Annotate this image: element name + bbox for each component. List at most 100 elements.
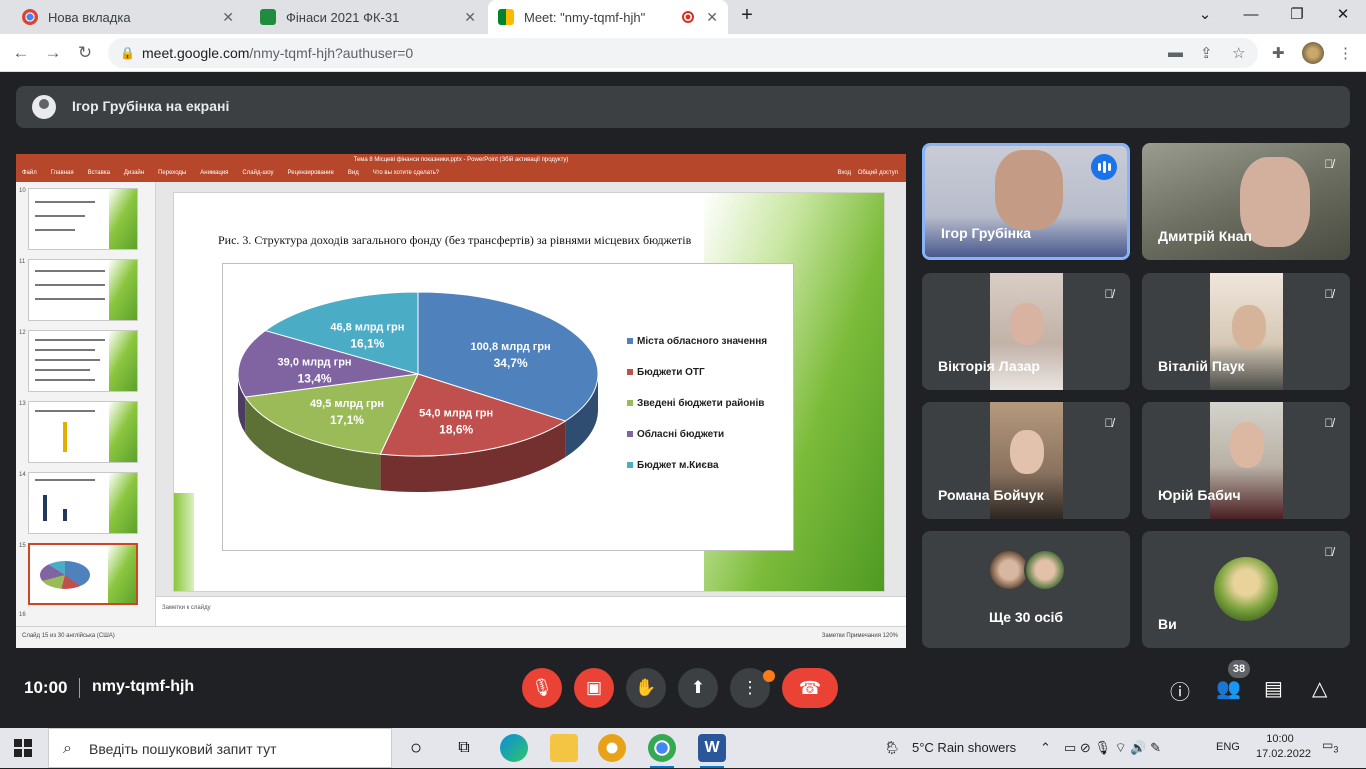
participant-name: Ігор Грубінка xyxy=(941,225,1031,241)
tab-label: Фінаси 2021 ФК-31 xyxy=(286,9,400,25)
tray-icons[interactable]: ▭ ⊘ 🎙 ⌔ 🔊 ✎ xyxy=(1064,740,1161,756)
pie-chart-svg: 100,8 млрд грн 34,7% 54,0 млрд грн 18,6% 49,… xyxy=(237,291,767,492)
self-tile[interactable]: 🎙̸ Ви xyxy=(1142,531,1350,648)
ribbon-tab[interactable]: Рецензирование xyxy=(288,170,334,176)
tab-new-tab[interactable]: Нова вкладка ✕ xyxy=(12,0,244,34)
url-path: /nmy-tqmf-hjh?authuser=0 xyxy=(249,45,414,61)
camera-icon[interactable]: ▬ xyxy=(1168,44,1183,61)
weather-text[interactable]: 5°C Rain showers xyxy=(912,740,1016,755)
present-button[interactable]: ⬆ xyxy=(678,668,718,708)
ribbon-tab[interactable]: Переходы xyxy=(158,170,186,176)
close-icon[interactable]: ✕ xyxy=(464,9,476,26)
raise-hand-button[interactable]: ✋ xyxy=(626,668,666,708)
tab-finances[interactable]: Фінаси 2021 ФК-31 ✕ xyxy=(250,0,486,34)
status-right: Заметки Примечания 120% xyxy=(821,633,898,639)
toolbar: ← → ↻ 🔒 meet.google.com/nmy-tqmf-hjh?aut… xyxy=(0,34,1366,72)
ribbon-tab[interactable]: Вид xyxy=(348,170,359,176)
activities-icon[interactable]: △ xyxy=(1312,676,1327,701)
pie-label-amount: 54,0 млрд грн xyxy=(419,407,493,419)
slide-thumbnail[interactable] xyxy=(28,188,138,250)
slide-thumbnail[interactable] xyxy=(28,330,138,392)
cortana-icon[interactable]: ○ xyxy=(402,734,430,762)
powerpoint-titlebar: Тема 8 Місцеві фінанси показники.pptx - … xyxy=(16,154,906,182)
tab-meet[interactable]: Meet: "nmy-tqmf-hjh" ✕ xyxy=(488,0,728,34)
share-link[interactable]: Общий доступ xyxy=(858,170,898,176)
ribbon-search[interactable]: Что вы хотите сделать? xyxy=(373,170,439,176)
avatar xyxy=(1024,549,1066,591)
reload-icon[interactable]: ↻ xyxy=(72,40,98,66)
slide-thumbnail[interactable] xyxy=(28,259,138,321)
mic-toggle-button[interactable]: 🎙 xyxy=(522,668,562,708)
ribbon-tab[interactable]: Анимация xyxy=(200,170,228,176)
share-icon[interactable]: ⇪ xyxy=(1200,44,1213,62)
meet-icon xyxy=(498,9,514,25)
back-icon[interactable]: ← xyxy=(8,40,34,66)
thumb-number: 12 xyxy=(19,330,26,336)
ribbon-tab[interactable]: Слайд-шоу xyxy=(242,170,273,176)
participant-tile[interactable]: 🎙̸ Дмитрій Кнап xyxy=(1142,143,1350,260)
mic-off-icon: 🎙̸ xyxy=(1104,287,1114,301)
chat-icon[interactable]: ▤ xyxy=(1264,676,1283,701)
camera-off-icon: ▣ xyxy=(585,678,603,697)
forward-icon[interactable]: → xyxy=(40,40,66,66)
language-indicator[interactable]: ENG xyxy=(1216,741,1240,753)
bookmark-star-icon[interactable]: ☆ xyxy=(1232,44,1245,62)
avatar xyxy=(1214,557,1278,621)
weather-icon[interactable]: 🌦 xyxy=(884,740,901,756)
more-vert-icon: ⋮ xyxy=(741,678,759,697)
participant-tile[interactable]: 🎙̸ Юрій Бабич xyxy=(1142,402,1350,519)
search-icon: ⌕ xyxy=(63,740,72,757)
participant-tile[interactable]: 🎙̸ Вікторія Лазар xyxy=(922,273,1130,390)
slide-thumbnail[interactable] xyxy=(28,401,138,463)
camera-toggle-button[interactable]: ▣ xyxy=(574,668,614,708)
signin-link[interactable]: Вход xyxy=(837,170,851,176)
slide-canvas: Рис. 3. Структура доходів загального фон… xyxy=(173,192,885,592)
word-icon[interactable]: W xyxy=(698,734,726,768)
slide-thumbnail[interactable] xyxy=(28,472,138,534)
info-icon[interactable]: ⓘ xyxy=(1170,676,1190,705)
participant-tile[interactable]: 🎙̸ Романа Бойчук xyxy=(922,402,1130,519)
notifications-count: 3 xyxy=(1333,744,1339,755)
app-icon[interactable] xyxy=(598,734,626,762)
tab-search-icon[interactable]: ⌄ xyxy=(1182,0,1228,34)
taskbar-clock[interactable]: 10:00 17.02.2022 xyxy=(1256,732,1312,762)
leave-call-button[interactable]: ☎ xyxy=(782,668,838,708)
chrome-taskbar-icon[interactable] xyxy=(648,734,676,768)
task-view-icon[interactable]: ⧉ xyxy=(450,734,478,762)
pie-chart: 100,8 млрд грн 34,7% 54,0 млрд грн 18,6% 49,… xyxy=(222,263,794,551)
pie-label-amount: 100,8 млрд грн xyxy=(471,341,551,353)
participant-tile[interactable]: Ігор Грубінка xyxy=(922,143,1130,260)
slide-thumbnail-selected[interactable] xyxy=(28,543,138,605)
profile-avatar[interactable] xyxy=(1302,42,1324,64)
ribbon-tab[interactable]: Файл xyxy=(22,170,37,176)
maximize-button[interactable]: ❐ xyxy=(1274,0,1320,34)
minimize-button[interactable]: — xyxy=(1228,0,1274,34)
pie-label-percent: 13,4% xyxy=(298,372,332,386)
participant-tile[interactable]: 🎙̸ Віталій Паук xyxy=(1142,273,1350,390)
extensions-icon[interactable]: ✚ xyxy=(1272,44,1285,62)
chevron-up-icon[interactable]: ⌃ xyxy=(1040,740,1051,756)
taskbar-search-input[interactable]: ⌕ Введіть пошуковий запит тут xyxy=(48,728,392,768)
ribbon-tab[interactable]: Дизайн xyxy=(124,170,144,176)
notes-pane[interactable]: Заметки к слайду xyxy=(156,596,906,626)
close-icon[interactable]: ✕ xyxy=(706,9,718,26)
more-participants-tile[interactable]: Ще 30 осіб xyxy=(922,531,1130,648)
close-icon[interactable]: ✕ xyxy=(222,9,234,26)
powerpoint-window-title: Тема 8 Місцеві фінанси показники.pptx - … xyxy=(353,157,569,163)
windows-start-icon[interactable] xyxy=(14,739,32,757)
close-window-button[interactable]: ✕ xyxy=(1320,0,1366,34)
clock-date: 17.02.2022 xyxy=(1256,748,1312,760)
file-explorer-icon[interactable] xyxy=(550,734,578,762)
notifications-icon[interactable]: ▭3 xyxy=(1322,738,1342,756)
ribbon-tab[interactable]: Вставка xyxy=(88,170,110,176)
ribbon-tab[interactable]: Главная xyxy=(51,170,74,176)
menu-icon[interactable]: ⋮ xyxy=(1338,44,1353,62)
tab-strip: Нова вкладка ✕ Фінаси 2021 ФК-31 ✕ Meet:… xyxy=(0,0,1366,34)
legend-label: Міста обласного значення xyxy=(637,335,767,347)
notification-dot xyxy=(763,670,775,682)
new-tab-button[interactable]: + xyxy=(732,0,762,34)
edge-icon[interactable] xyxy=(500,734,528,762)
thumb-number: 10 xyxy=(19,188,26,194)
address-bar[interactable]: 🔒 meet.google.com/nmy-tqmf-hjh?authuser=… xyxy=(108,38,1258,68)
people-icon[interactable]: 👥 xyxy=(1216,676,1241,701)
